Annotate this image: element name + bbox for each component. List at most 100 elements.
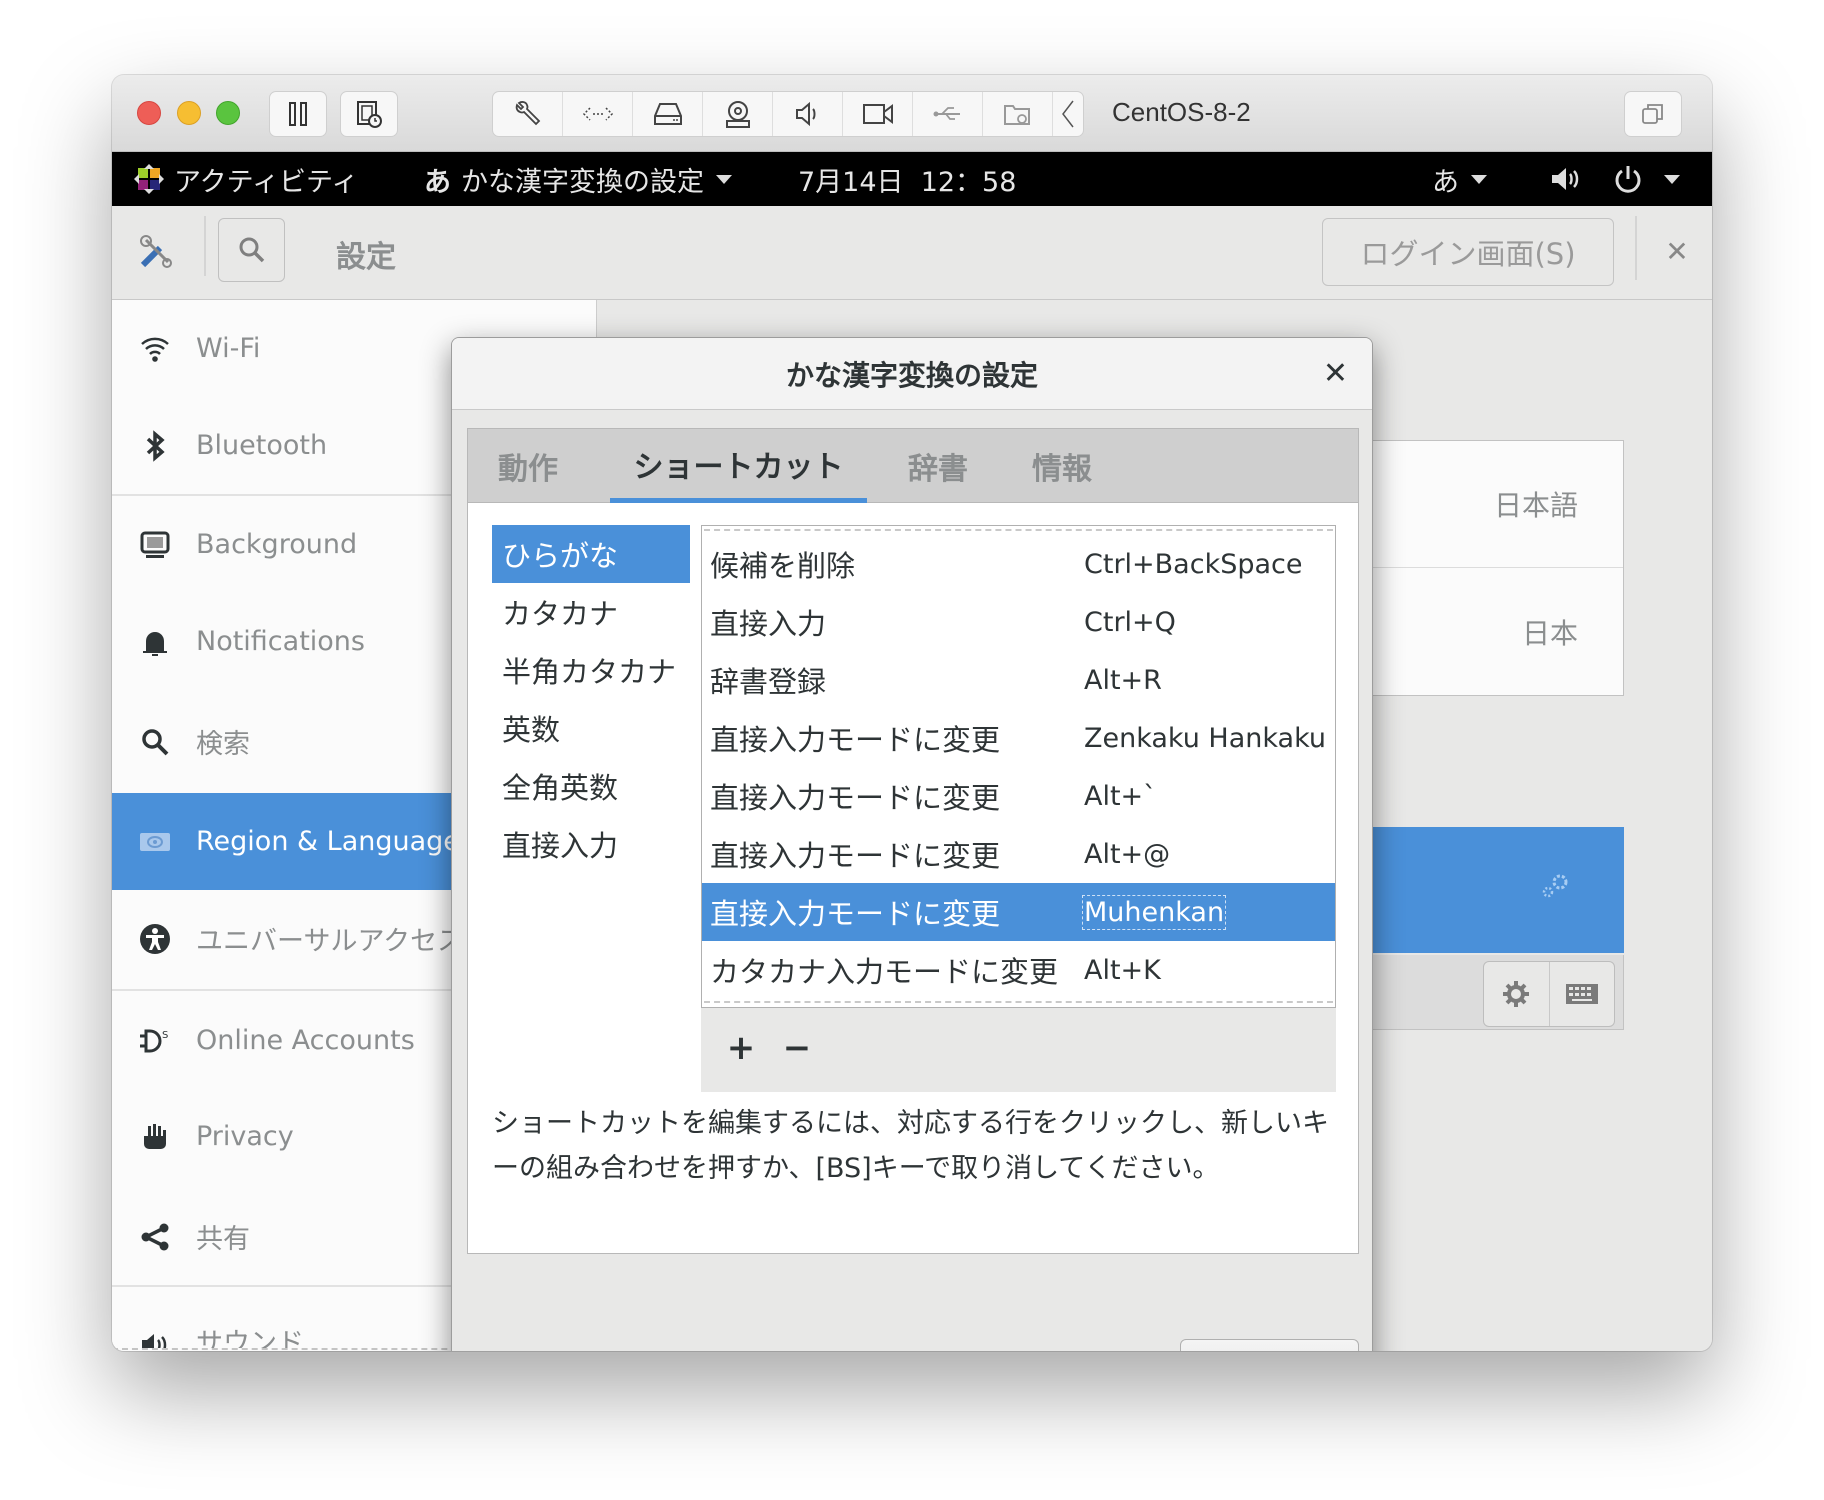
input-source-row[interactable]	[1367, 827, 1624, 953]
table-row[interactable]: 直接入力 Ctrl+Q	[702, 593, 1335, 651]
tab-about[interactable]: 情報	[1022, 429, 1102, 503]
tab-shortcuts[interactable]: ショートカット	[610, 429, 867, 503]
window-minimize-button[interactable]	[177, 101, 201, 125]
shortcut-key: Alt+`	[1084, 780, 1157, 812]
shortcut-key: Alt+@	[1084, 838, 1171, 870]
mode-item[interactable]: 英数	[492, 699, 690, 757]
shortcut-action: カタカナ入力モードに変更	[710, 955, 1059, 989]
share-icon	[138, 1220, 172, 1254]
table-row[interactable]: 直接入力モードに変更 Zenkaku Hankaku	[702, 709, 1335, 767]
mode-list: ひらがな カタカナ 半角カタカナ 英数 全角英数 直接入力	[492, 525, 690, 873]
remove-shortcut-button[interactable]: −	[775, 1026, 819, 1070]
vm-title: CentOS-8-2	[1112, 97, 1251, 127]
formats-value: 日本	[1521, 616, 1578, 650]
wifi-icon	[138, 332, 172, 366]
sidebar-item-label: サウンド	[196, 1328, 304, 1350]
gear-icon	[1503, 981, 1530, 1007]
table-row-selected[interactable]: 直接入力モードに変更 Muhenkan	[702, 883, 1335, 941]
shortcut-action: 直接入力	[710, 607, 827, 641]
input-method-dropdown-icon	[1471, 174, 1487, 184]
clock[interactable]: 7月14日 12：58	[798, 152, 1016, 206]
formats-row[interactable]: 日本	[1368, 568, 1623, 695]
input-source-settings-button[interactable]	[1484, 962, 1550, 1026]
hard-disk-icon	[653, 103, 682, 125]
settings-search-button[interactable]	[218, 218, 285, 282]
table-row[interactable]: 直接入力モードに変更 Alt+`	[702, 767, 1335, 825]
dialog-close-button[interactable]: ✕	[1323, 356, 1348, 391]
vm-titlebar: CentOS-8-2	[112, 75, 1712, 152]
input-method-menu[interactable]: あ	[1432, 152, 1487, 206]
sidebar-item-label: Wi-Fi	[196, 333, 261, 364]
mode-item[interactable]: 直接入力	[492, 815, 690, 873]
app-menu[interactable]: あ かな漢字変換の設定	[424, 152, 732, 206]
usb-tool-button[interactable]	[913, 92, 983, 136]
shared-folder-tool-button[interactable]	[983, 92, 1053, 136]
camera-tool-button[interactable]	[843, 92, 913, 136]
shortcut-key-editing[interactable]: Muhenkan	[1081, 894, 1227, 930]
search-icon	[138, 725, 172, 759]
header-divider	[204, 216, 206, 276]
sidebar-item-label: Online Accounts	[196, 1025, 415, 1056]
snapshot-icon	[357, 101, 382, 128]
mode-item[interactable]: ひらがな	[492, 525, 690, 583]
sidebar-item-label: Privacy	[196, 1121, 294, 1152]
input-source-settings-icon	[1542, 874, 1568, 898]
code-icon	[582, 107, 613, 121]
optical-tool-button[interactable]	[703, 92, 773, 136]
shortcut-action: 候補を削除	[710, 549, 856, 583]
window-overlap-icon	[1642, 104, 1663, 124]
table-border-bottom	[704, 1001, 1333, 1003]
volume-indicator[interactable]	[1550, 152, 1582, 206]
input-source-keyboard-button[interactable]	[1550, 962, 1615, 1026]
window-zoom-button[interactable]	[216, 101, 240, 125]
sound-icon	[138, 1328, 172, 1348]
mode-item[interactable]: 全角英数	[492, 757, 690, 815]
settings-close-button[interactable]: ✕	[1652, 226, 1702, 276]
shortcut-table: 候補を削除 Ctrl+BackSpace 直接入力 Ctrl+Q 辞書登録 Al…	[701, 525, 1336, 1008]
activities-label: アクティビティ	[174, 166, 359, 198]
settings-header: 設定 ログイン画面(S) ✕	[112, 206, 1712, 300]
fullscreen-button[interactable]	[1624, 91, 1682, 137]
close-button[interactable]: 閉じる(C)	[1180, 1339, 1359, 1351]
background-icon	[138, 528, 172, 562]
table-row[interactable]: 辞書登録 Alt+R	[702, 651, 1335, 709]
system-menu[interactable]	[1612, 152, 1680, 206]
svg-text:S: S	[162, 1030, 168, 1041]
kana-kanji-settings-dialog: かな漢字変換の設定 ✕ 動作 ショートカット 辞書 情報 ひらがな カタカナ 半…	[451, 337, 1373, 1351]
sidebar-item-label: Background	[196, 529, 358, 560]
region-icon	[138, 825, 172, 859]
window-close-button[interactable]	[137, 101, 161, 125]
toolbar-collapse-button[interactable]	[1053, 92, 1083, 136]
wrench-icon	[515, 101, 540, 126]
table-row[interactable]: 直接入力モードに変更 Alt+@	[702, 825, 1335, 883]
disk-tool-button[interactable]	[633, 92, 703, 136]
settings-tool-button[interactable]	[493, 92, 563, 136]
gnome-top-bar: アクティビティ あ かな漢字変換の設定 7月14日 12：58 あ	[112, 152, 1712, 206]
shortcut-key: Ctrl+Q	[1084, 606, 1176, 638]
network-tool-button[interactable]	[563, 92, 633, 136]
mode-item[interactable]: 半角カタカナ	[492, 641, 690, 699]
audio-tool-button[interactable]	[773, 92, 843, 136]
activities-button[interactable]: アクティビティ	[134, 152, 358, 206]
privacy-hand-icon	[138, 1120, 172, 1154]
table-row[interactable]: カタカナ入力モードに変更 Alt+K	[702, 941, 1335, 999]
pause-button[interactable]	[269, 91, 327, 137]
table-border-top	[704, 529, 1333, 531]
volume-icon	[1552, 168, 1579, 190]
sidebar-item-label: Notifications	[196, 626, 365, 657]
sidebar-item-label: Bluetooth	[196, 430, 328, 461]
help-text: ショートカットを編集するには、対応する行をクリックし、新しいキーの組み合わせを押…	[492, 1108, 1329, 1184]
tab-dictionary[interactable]: 辞書	[898, 429, 978, 503]
snapshot-button[interactable]	[340, 91, 398, 137]
login-screen-button[interactable]: ログイン画面(S)	[1322, 218, 1614, 286]
tools-icon	[140, 235, 172, 268]
language-format-list: 日本語 日本	[1367, 440, 1624, 696]
tab-behavior[interactable]: 動作	[488, 429, 568, 503]
table-row[interactable]: 候補を削除 Ctrl+BackSpace	[702, 535, 1335, 593]
shortcut-action: 直接入力モードに変更	[710, 781, 1001, 815]
vm-toolbar	[492, 91, 1084, 137]
shortcut-key: Alt+K	[1084, 954, 1161, 986]
language-row[interactable]: 日本語	[1368, 441, 1623, 568]
mode-item[interactable]: カタカナ	[492, 583, 690, 641]
add-shortcut-button[interactable]: +	[719, 1026, 763, 1070]
